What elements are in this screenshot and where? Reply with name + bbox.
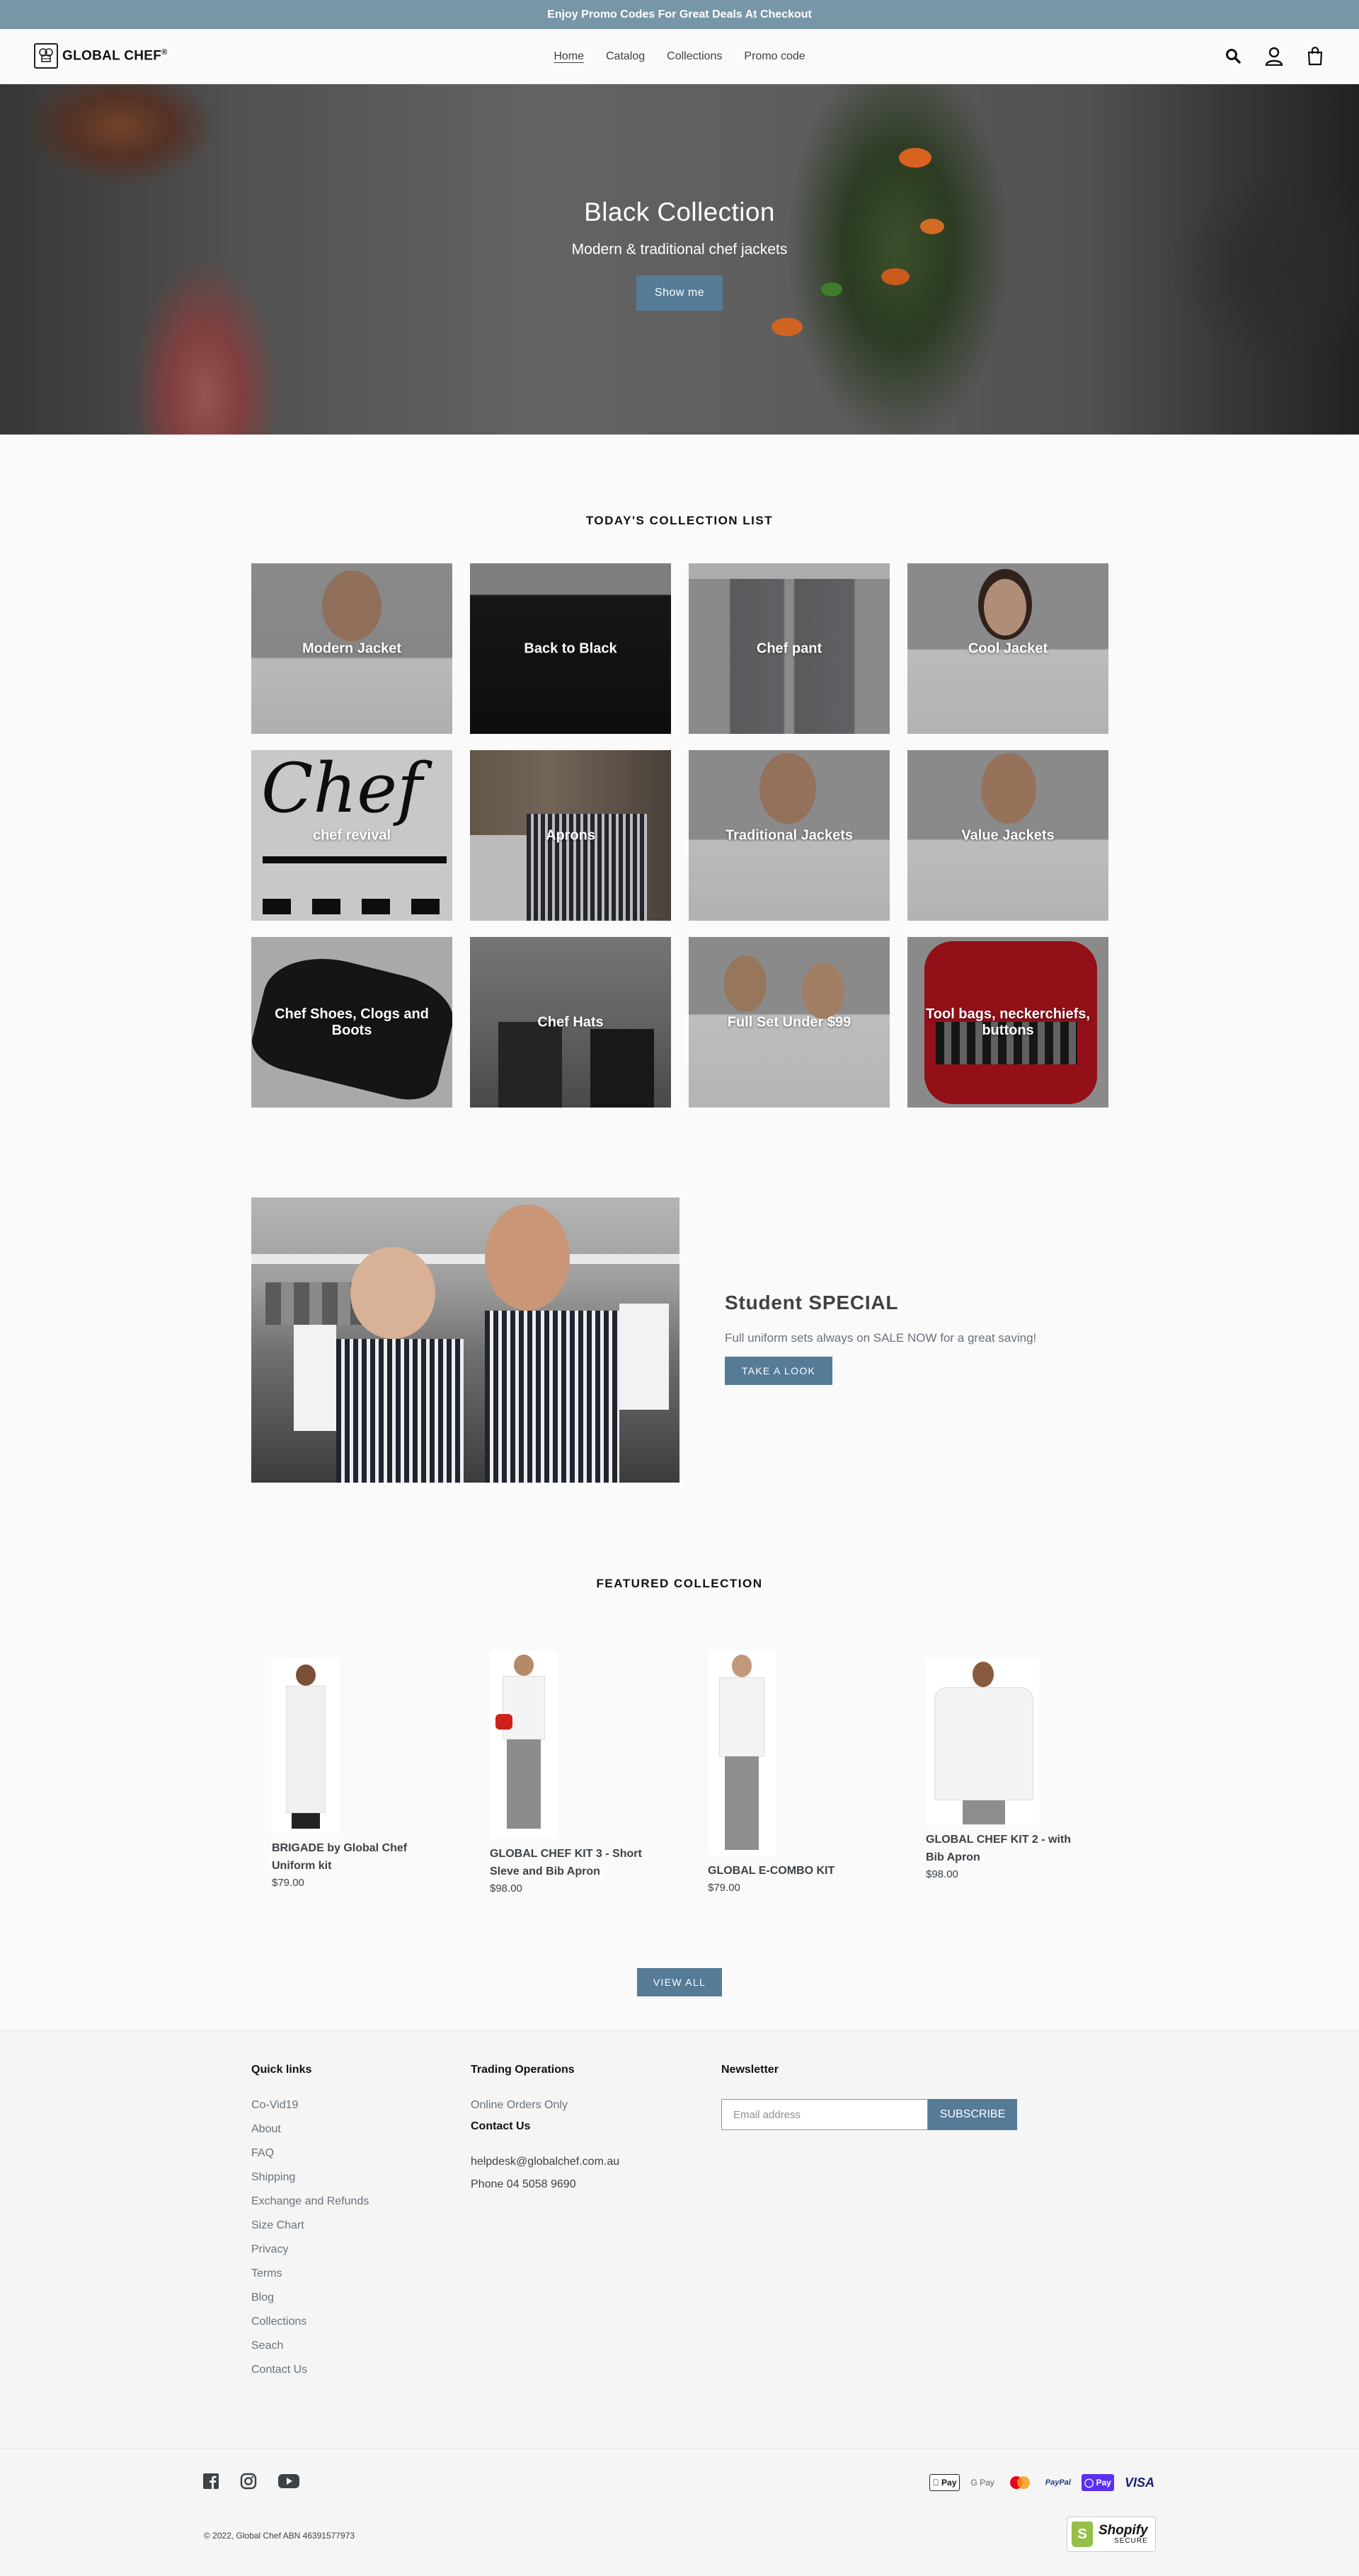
product-price: $98.00 — [490, 1882, 522, 1894]
header-icons — [1223, 45, 1325, 67]
footer-newsletter: Newsletter Email address SUBSCRIBE — [721, 2064, 1017, 2130]
account-icon[interactable] — [1264, 45, 1284, 67]
shopify-bag-icon: S — [1072, 2522, 1093, 2547]
footer-quick-links: Quick links Co-Vid19 About FAQ Shipping … — [251, 2064, 369, 2388]
contact-title: Contact Us — [471, 2120, 531, 2132]
footer-link[interactable]: About — [251, 2123, 369, 2147]
announcement-text: Enjoy Promo Codes For Great Deals At Che… — [547, 8, 812, 21]
footer-link[interactable]: Size Chart — [251, 2219, 369, 2243]
trading-title: Trading Operations — [471, 2064, 575, 2076]
contact-phone: Phone 04 5058 9690 — [471, 2178, 576, 2190]
footer-link[interactable]: FAQ — [251, 2147, 369, 2171]
footer-link[interactable]: Co-Vid19 — [251, 2099, 369, 2123]
footer-trading: Trading Operations Online Orders Only Co… — [471, 2064, 619, 2191]
contact-email: helpdesk@globalchef.com.au — [471, 2156, 620, 2168]
paypal-icon: PayPal — [1045, 2478, 1071, 2487]
collection-list-title: TODAY'S COLLECTION LIST — [585, 514, 774, 527]
footer-link[interactable]: Blog — [251, 2292, 369, 2316]
social-links — [202, 2473, 300, 2493]
student-special-text: Student SPECIAL Full uniform sets always… — [725, 1292, 1093, 1385]
product-card[interactable]: BRIGADE by Global Chef Uniform kit $79.0… — [272, 1657, 435, 1889]
take-a-look-button[interactable]: TAKE A LOOK — [725, 1357, 832, 1385]
collection-tile[interactable]: Modern Jacket — [251, 563, 452, 734]
hero-title: Black Collection — [584, 197, 775, 226]
shopify-secure-badge[interactable]: S Shopify SECURE — [1067, 2517, 1156, 2552]
nav-collections[interactable]: Collections — [667, 50, 722, 63]
collection-tile[interactable]: Traditional Jackets — [689, 750, 890, 921]
show-me-button[interactable]: Show me — [636, 275, 723, 311]
product-card[interactable]: GLOBAL CHEF KIT 2 - with Bib Apron $98.0… — [926, 1659, 1089, 1880]
collection-tile[interactable]: Cool Jacket — [907, 563, 1108, 734]
collection-tile[interactable]: Full Set Under $99 — [689, 937, 890, 1108]
view-all-button[interactable]: VIEW ALL — [637, 1968, 722, 1996]
chef-hat-icon — [34, 43, 58, 69]
product-image — [272, 1657, 340, 1833]
hero-subtitle: Modern & traditional chef jackets — [571, 241, 788, 258]
site-footer: Quick links Co-Vid19 About FAQ Shipping … — [0, 2030, 1359, 2576]
product-price: $98.00 — [926, 1868, 958, 1880]
mastercard-icon — [1005, 2474, 1035, 2491]
youtube-icon[interactable] — [277, 2473, 300, 2493]
product-name: GLOBAL CHEF KIT 3 - Short Sleve and Bib … — [490, 1848, 642, 1878]
facebook-icon[interactable] — [202, 2473, 219, 2493]
product-card[interactable]: GLOBAL E-COMBO KIT $79.00 — [708, 1650, 871, 1894]
trading-text: Online Orders Only — [471, 2099, 568, 2111]
hero-banner: Black Collection Modern & traditional ch… — [0, 84, 1359, 435]
product-image — [708, 1650, 776, 1856]
student-special-description: Full uniform sets always on SALE NOW for… — [725, 1331, 1037, 1345]
footer-link[interactable]: Exchange and Refunds — [251, 2195, 369, 2219]
brand-logo[interactable]: GLOBAL CHEF® — [34, 43, 168, 69]
announcement-bar[interactable]: Enjoy Promo Codes For Great Deals At Che… — [0, 0, 1359, 29]
collection-tile[interactable]: Aprons — [470, 750, 671, 921]
copyright: © 2022, Global Chef ABN 46391577973 — [204, 2531, 355, 2541]
product-price: $79.00 — [708, 1881, 740, 1894]
site-header: GLOBAL CHEF® Home Catalog Collections Pr… — [0, 29, 1359, 84]
footer-link[interactable]: Collections — [251, 2316, 369, 2340]
quick-links-title: Quick links — [251, 2064, 312, 2076]
brand-name: GLOBAL CHEF® — [62, 47, 168, 64]
collection-tile[interactable]: Chef Shoes, Clogs and Boots — [251, 937, 452, 1108]
product-image — [926, 1659, 1039, 1824]
footer-link[interactable]: Seach — [251, 2340, 369, 2364]
collection-tile[interactable]: Chef Hats — [470, 937, 671, 1108]
product-name: BRIGADE by Global Chef Uniform kit — [272, 1842, 408, 1872]
product-image — [490, 1650, 558, 1839]
search-icon[interactable] — [1223, 45, 1243, 67]
footer-divider — [0, 2448, 1359, 2449]
footer-link[interactable]: Privacy — [251, 2243, 369, 2267]
subscribe-button[interactable]: SUBSCRIBE — [928, 2099, 1017, 2130]
payment-icons:  Pay G Pay PayPal ◯ Pay VISA — [929, 2474, 1157, 2491]
apple-pay-icon:  Pay — [929, 2474, 961, 2491]
visa-icon: VISA — [1124, 2475, 1154, 2490]
footer-link[interactable]: Contact Us — [251, 2364, 369, 2388]
collection-tile[interactable]: Chef pant — [689, 563, 890, 734]
student-special-title: Student SPECIAL — [725, 1292, 899, 1313]
nav-catalog[interactable]: Catalog — [606, 50, 645, 63]
collection-tile[interactable]: Back to Black — [470, 563, 671, 734]
collection-grid: Modern Jacket Back to Black Chef pant Co… — [251, 563, 1108, 1108]
product-card[interactable]: GLOBAL CHEF KIT 3 - Short Sleve and Bib … — [490, 1650, 653, 1894]
product-name: GLOBAL CHEF KIT 2 - with Bib Apron — [926, 1834, 1072, 1863]
newsletter-title: Newsletter — [721, 2064, 779, 2076]
main-nav: Home Catalog Collections Promo code — [0, 29, 1359, 84]
nav-promo-code[interactable]: Promo code — [744, 50, 805, 63]
instagram-icon[interactable] — [240, 2473, 257, 2493]
nav-home[interactable]: Home — [554, 50, 584, 63]
cart-icon[interactable] — [1305, 45, 1325, 67]
featured-collection-title: FEATURED COLLECTION — [596, 1577, 763, 1590]
newsletter-email-input[interactable]: Email address — [721, 2099, 928, 2130]
collection-tile[interactable]: Value Jackets — [907, 750, 1108, 921]
google-pay-icon: G Pay — [970, 2478, 994, 2488]
product-price: $79.00 — [272, 1876, 304, 1889]
student-special-image — [251, 1197, 680, 1483]
footer-link[interactable]: Terms — [251, 2267, 369, 2292]
page: Enjoy Promo Codes For Great Deals At Che… — [0, 0, 1359, 2576]
product-name: GLOBAL E-COMBO KIT — [708, 1865, 835, 1877]
footer-link[interactable]: Shipping — [251, 2171, 369, 2195]
collection-tile[interactable]: Chef chef revival — [251, 750, 452, 921]
hero-content: Black Collection Modern & traditional ch… — [0, 197, 1359, 311]
shop-pay-icon: ◯ Pay — [1081, 2474, 1114, 2491]
collection-tile[interactable]: Tool bags, neckerchiefs, buttons — [907, 937, 1108, 1108]
